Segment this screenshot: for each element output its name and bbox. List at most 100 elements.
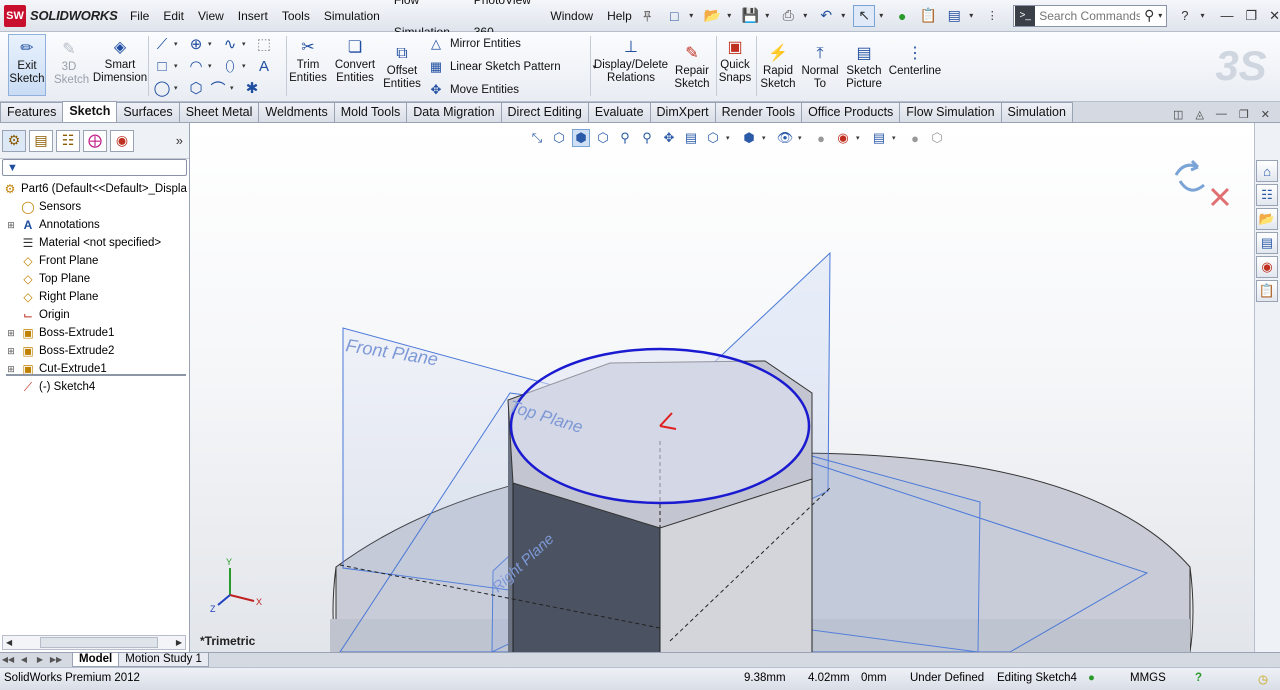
undo-dropdown-icon[interactable]: ▾ bbox=[841, 11, 849, 20]
rectangle-icon[interactable]: □ bbox=[152, 56, 172, 76]
zoom-to-fit-icon[interactable]: ⤡ bbox=[528, 129, 546, 147]
circle-icon[interactable]: ⊕ bbox=[186, 34, 206, 54]
view-orientation-dropdown-icon[interactable]: ▾ bbox=[726, 134, 736, 142]
expand-icon[interactable]: ⊞ bbox=[6, 346, 16, 357]
tab-render-tools[interactable]: Render Tools bbox=[714, 102, 803, 122]
more-tabs-icon[interactable]: » bbox=[176, 133, 183, 148]
zoom-area-icon[interactable]: ⚲ bbox=[638, 129, 656, 147]
rebuild-traffic-light-icon[interactable]: ● bbox=[891, 5, 913, 27]
help-dropdown-icon[interactable]: ▾ bbox=[1200, 11, 1208, 20]
menu-insert[interactable]: Insert bbox=[231, 0, 275, 32]
tree-item-front-plane[interactable]: ◇ Front Plane bbox=[0, 252, 189, 270]
line-icon[interactable]: ⟋ bbox=[152, 34, 172, 54]
slot-dropdown-icon[interactable]: ▾ bbox=[174, 84, 184, 92]
save-icon[interactable]: 💾 bbox=[739, 5, 761, 27]
normal-to-button[interactable]: ⤒ Normal To bbox=[800, 42, 840, 91]
help-icon[interactable]: ? bbox=[1181, 8, 1188, 23]
tab-direct-editing[interactable]: Direct Editing bbox=[500, 102, 589, 122]
offset-entities-button[interactable]: ⧉ Offset Entities bbox=[380, 42, 424, 91]
file-properties-icon[interactable]: 📋 bbox=[917, 5, 939, 27]
dimxpert-manager-tab-icon[interactable]: ⨁ bbox=[83, 129, 107, 152]
3d-sketch-button[interactable]: ✎ 3D Sketch bbox=[50, 38, 89, 87]
save-dropdown-icon[interactable]: ▾ bbox=[765, 11, 773, 20]
ellipse-icon[interactable]: ⬯ bbox=[220, 56, 240, 76]
file-explorer-icon[interactable]: 📂 bbox=[1256, 208, 1278, 230]
custom-properties-icon[interactable]: 📋 bbox=[1256, 280, 1278, 302]
view-palette-icon[interactable]: ▤ bbox=[1256, 232, 1278, 254]
first-tab-icon[interactable]: ◀◀ bbox=[0, 653, 16, 667]
tab-weldments[interactable]: Weldments bbox=[258, 102, 335, 122]
spline-dropdown-icon[interactable]: ▾ bbox=[242, 40, 252, 48]
search-input[interactable] bbox=[1036, 8, 1141, 23]
tree-item-material[interactable]: ☰ Material <not specified> bbox=[0, 234, 189, 252]
apply-scene-icon[interactable]: ◉ bbox=[834, 129, 852, 147]
mirror-entities-button[interactable]: △ Mirror Entities bbox=[428, 36, 521, 52]
new-document-icon[interactable]: □ bbox=[663, 5, 685, 27]
shadows-icon[interactable]: ⬡ bbox=[928, 129, 946, 147]
display-style-dropdown-icon[interactable]: ▾ bbox=[762, 134, 772, 142]
solidworks-logo[interactable]: SW SOLIDWORKS bbox=[0, 0, 123, 32]
feature-manager-tab-icon[interactable]: ⚙ bbox=[2, 129, 26, 152]
tree-item-boss-extrude1[interactable]: ⊞ ▣ Boss-Extrude1 bbox=[0, 324, 189, 342]
expand-icon[interactable]: ⊞ bbox=[6, 364, 16, 375]
appearances-scenes-icon[interactable]: ◉ bbox=[1256, 256, 1278, 278]
tree-item-origin[interactable]: ⌙ Origin bbox=[0, 306, 189, 324]
graphics-area[interactable]: Front Plane Top Plane Right Plane Y X Z … bbox=[190, 123, 1254, 652]
last-tab-icon[interactable]: ▶▶ bbox=[48, 653, 64, 667]
tree-root-part[interactable]: ⚙ Part6 (Default<<Default>_Displa bbox=[0, 180, 189, 198]
undo-icon[interactable]: ↶ bbox=[815, 5, 837, 27]
tile-right-icon[interactable]: ◬ bbox=[1195, 108, 1203, 121]
confirmation-corner[interactable] bbox=[1170, 153, 1230, 213]
feature-filter-field[interactable]: ▼ bbox=[2, 159, 187, 176]
tree-item-annotations[interactable]: ⊞ A Annotations bbox=[0, 216, 189, 234]
fillet-icon[interactable]: ⌒ bbox=[208, 78, 228, 98]
linear-sketch-pattern-button[interactable]: ▦ Linear Sketch Pattern ▾ bbox=[428, 59, 603, 75]
shaded-view-icon[interactable]: ⬢ bbox=[572, 129, 590, 147]
trim-entities-button[interactable]: ✂ Trim Entities bbox=[288, 36, 328, 85]
quick-snaps-button[interactable]: ▣ Quick Snaps bbox=[718, 36, 752, 85]
exit-sketch-button[interactable]: ✏ Exit Sketch bbox=[8, 34, 46, 96]
menu-view[interactable]: View bbox=[191, 0, 231, 32]
zoom-icon[interactable]: ⚲ bbox=[616, 129, 634, 147]
more-commands-icon[interactable]: ⋮ bbox=[981, 5, 1003, 27]
text-icon[interactable]: A bbox=[254, 56, 274, 76]
tab-dimxpert[interactable]: DimXpert bbox=[649, 102, 716, 122]
slot-icon[interactable]: ◯ bbox=[152, 78, 172, 98]
hide-show-items-icon[interactable]: 👁 bbox=[776, 129, 794, 147]
tree-item-top-plane[interactable]: ◇ Top Plane bbox=[0, 270, 189, 288]
tab-motion-study-1[interactable]: Motion Study 1 bbox=[118, 653, 209, 667]
tree-item-sketch4[interactable]: ⟋ (-) Sketch4 bbox=[0, 378, 189, 396]
tree-item-right-plane[interactable]: ◇ Right Plane bbox=[0, 288, 189, 306]
repair-sketch-button[interactable]: ✎ Repair Sketch bbox=[672, 42, 712, 91]
minimize-icon[interactable]: — bbox=[1220, 8, 1233, 23]
open-dropdown-icon[interactable]: ▾ bbox=[727, 11, 735, 20]
circle-dropdown-icon[interactable]: ▾ bbox=[208, 40, 218, 48]
rectangle-dropdown-icon[interactable]: ▾ bbox=[174, 62, 184, 70]
scene-dropdown-icon[interactable]: ▾ bbox=[856, 134, 866, 142]
rebuild-status-icon[interactable]: ● bbox=[1088, 672, 1095, 684]
arc-icon[interactable]: ◠ bbox=[186, 56, 206, 76]
help-status-icon[interactable]: ? bbox=[1195, 672, 1202, 684]
search-commands-box[interactable]: >_ ⚲ ▾ bbox=[1013, 4, 1168, 27]
point-icon[interactable]: ✱ bbox=[242, 78, 262, 98]
smart-dimension-button[interactable]: ◈ Smart Dimension bbox=[92, 36, 148, 85]
open-folder-icon[interactable]: 📂 bbox=[701, 5, 723, 27]
unit-system[interactable]: MMGS bbox=[1130, 672, 1166, 684]
prev-tab-icon[interactable]: ◀ bbox=[16, 653, 32, 667]
tab-sketch[interactable]: Sketch bbox=[62, 101, 118, 122]
polygon-icon[interactable]: ⬡ bbox=[186, 78, 206, 98]
construction-geometry-icon[interactable]: ⬚ bbox=[254, 34, 274, 54]
ellipse-dropdown-icon[interactable]: ▾ bbox=[242, 62, 252, 70]
search-icon[interactable]: ⚲ bbox=[1140, 7, 1158, 24]
doc-restore-icon[interactable]: ❐ bbox=[1239, 108, 1249, 121]
tab-simulation[interactable]: Simulation bbox=[1000, 102, 1073, 122]
hide-show-dropdown-icon[interactable]: ▾ bbox=[798, 134, 808, 142]
print-icon[interactable]: ⎙ bbox=[777, 5, 799, 27]
sketch-picture-button[interactable]: ▤ Sketch Picture bbox=[842, 42, 886, 91]
view-orientation-icon[interactable]: ⬡ bbox=[704, 129, 722, 147]
close-icon[interactable]: ✕ bbox=[1269, 8, 1280, 24]
view-settings-icon[interactable]: ▤ bbox=[870, 129, 888, 147]
tree-item-boss-extrude2[interactable]: ⊞ ▣ Boss-Extrude2 bbox=[0, 342, 189, 360]
line-dropdown-icon[interactable]: ▾ bbox=[174, 40, 184, 48]
view-settings-dropdown-icon[interactable]: ▾ bbox=[892, 134, 902, 142]
